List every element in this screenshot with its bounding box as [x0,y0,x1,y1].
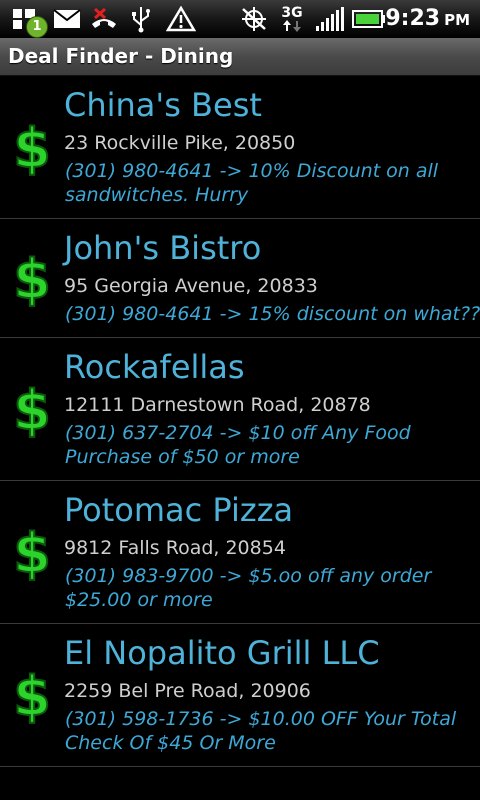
list-item[interactable]: $ Rockafellas 12111 Darnestown Road, 208… [0,338,480,481]
list-item[interactable]: $ John's Bistro 95 Georgia Avenue, 20833… [0,219,480,338]
battery-icon [352,4,386,34]
signal-icon [314,4,346,34]
warning-icon [164,4,198,34]
deal-description: (301) 598-1736 -> $10.00 OFF Your Total … [65,708,457,754]
missed-call-icon [88,4,120,34]
restaurant-address: 12111 Darnestown Road, 20878 [64,394,371,416]
svg-text:$: $ [13,522,51,582]
restaurant-name: China's Best [64,86,262,124]
clock: 9:23 PM [385,6,470,31]
dollar-icon: $ [12,117,52,177]
data-3g-icon: 3G [278,4,306,34]
svg-text:$: $ [13,117,51,177]
mail-icon [52,4,82,34]
deal-description: (301) 637-2704 -> $10 off Any Food Purch… [65,422,411,468]
deal-description: (301) 983-9700 -> $5.oo off any order $2… [65,565,432,611]
restaurant-address: 95 Georgia Avenue, 20833 [64,275,318,297]
network-type-label: 3G [281,5,303,21]
page-title: Deal Finder - Dining [8,44,234,68]
deal-description: (301) 980-4641 -> 10% Discount on all sa… [65,160,439,206]
list-item[interactable]: $ Potomac Pizza 9812 Falls Road, 20854 (… [0,481,480,624]
restaurant-address: 2259 Bel Pre Road, 20906 [64,680,311,702]
restaurant-name: Potomac Pizza [64,491,294,529]
restaurant-name: El Nopalito Grill LLC [64,634,380,672]
gps-off-icon [238,4,270,34]
notification-count-badge: 1 [26,16,48,38]
clock-time: 9:23 [385,6,441,31]
list-item[interactable]: $ China's Best 23 Rockville Pike, 20850 … [0,76,480,219]
restaurant-name: John's Bistro [64,229,262,267]
dollar-icon: $ [12,248,52,308]
svg-text:$: $ [13,665,51,725]
dollar-icon: $ [12,665,52,725]
clock-ampm: PM [444,11,470,29]
svg-text:$: $ [13,379,51,439]
restaurant-name: Rockafellas [64,348,245,386]
restaurant-address: 9812 Falls Road, 20854 [64,537,286,559]
dollar-icon: $ [12,522,52,582]
usb-icon [128,4,154,34]
deal-list: $ China's Best 23 Rockville Pike, 20850 … [0,76,480,767]
status-bar: 1 3G 9:23 PM [0,0,480,39]
restaurant-address: 23 Rockville Pike, 20850 [64,132,296,154]
deal-description: (301) 980-4641 -> 15% discount on what?? [65,303,480,325]
dollar-icon: $ [12,379,52,439]
svg-text:$: $ [13,248,51,308]
title-bar: Deal Finder - Dining [0,38,480,76]
list-item[interactable]: $ El Nopalito Grill LLC 2259 Bel Pre Roa… [0,624,480,767]
